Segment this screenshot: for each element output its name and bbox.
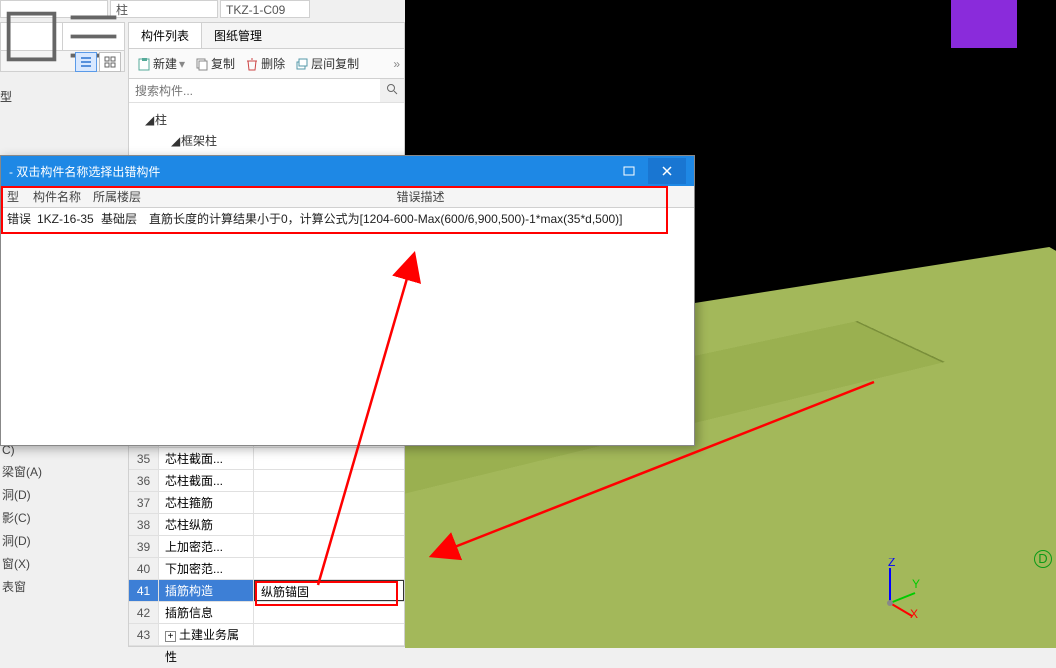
new-button[interactable]: 新建▾ — [133, 53, 189, 74]
nav-item[interactable]: 洞(D) — [0, 529, 125, 552]
svg-text:Y: Y — [912, 577, 920, 591]
nav-item[interactable]: 梁窗(A) — [0, 460, 125, 483]
table-row[interactable]: 35芯柱截面... — [129, 448, 404, 470]
search-button[interactable] — [380, 79, 404, 102]
svg-text:X: X — [910, 607, 918, 618]
property-table: 34保护层厚...(20) 35芯柱截面... 36芯柱截面... 37芯柱箍筋… — [128, 425, 405, 647]
axis-gizmo: Z Y X — [860, 558, 920, 618]
error-dialog: - 双击构件名称选择出错构件 型 构件名称 所属楼层 错误描述 错误 1KZ-1… — [0, 155, 695, 446]
tab-component-list[interactable]: 构件列表 — [129, 23, 202, 48]
table-row[interactable]: 40下加密范... — [129, 558, 404, 580]
delete-button[interactable]: 删除 — [241, 53, 289, 74]
delete-icon — [245, 57, 259, 71]
dialog-body — [1, 230, 694, 445]
axis-d-label: D — [1034, 550, 1052, 568]
component-panel: 构件列表 图纸管理 新建▾ 复制 删除 层间复制 » ◢柱 ◢框架柱 — [128, 22, 405, 158]
search-input[interactable] — [129, 79, 380, 102]
component-tree: ◢柱 ◢框架柱 — [129, 103, 404, 157]
tree-node[interactable]: ◢柱 — [137, 109, 396, 130]
error-row[interactable]: 错误 1KZ-16-35 基础层 直筋长度的计算结果小于0，计算公式为[1204… — [1, 208, 694, 230]
table-row[interactable]: 36芯柱截面... — [129, 470, 404, 492]
close-button[interactable] — [648, 158, 686, 184]
nav-item[interactable]: 影(C) — [0, 506, 125, 529]
purple-column-2 — [951, 0, 1017, 48]
top-col-label: 柱 — [110, 0, 218, 18]
dialog-header-row: 型 构件名称 所属楼层 错误描述 — [1, 186, 694, 208]
nav-tab-2[interactable] — [63, 23, 124, 50]
table-row[interactable]: 39上加密范... — [129, 536, 404, 558]
close-icon — [661, 165, 673, 177]
nav-item[interactable]: 窗(X) — [0, 552, 125, 575]
maximize-icon — [623, 165, 635, 177]
tab-drawing-mgmt[interactable]: 图纸管理 — [202, 23, 274, 48]
layercopy-icon — [295, 57, 309, 71]
new-icon — [137, 57, 151, 71]
table-row[interactable]: 43+土建业务属性 — [129, 624, 404, 646]
layer-copy-button[interactable]: 层间复制 — [291, 53, 363, 74]
dialog-title: - 双击构件名称选择出错构件 — [9, 163, 610, 180]
nav-item[interactable]: 表窗 — [0, 575, 125, 598]
svg-text:Z: Z — [888, 558, 895, 569]
table-row[interactable]: 41插筋构造纵筋锚固 — [129, 580, 404, 602]
copy-button[interactable]: 复制 — [191, 53, 239, 74]
top-code-label: TKZ-1-C09 — [220, 0, 310, 18]
nav-tab-1[interactable] — [1, 23, 63, 50]
tree-node[interactable]: ◢框架柱 — [137, 130, 396, 151]
table-row[interactable]: 42插筋信息 — [129, 602, 404, 624]
copy-icon — [195, 57, 209, 71]
left-nav-list: M) C) 梁窗(A) 洞(D) 影(C) 洞(D) 窗(X) 表窗 — [0, 420, 125, 598]
view-grid-btn[interactable] — [99, 52, 121, 72]
nav-item[interactable]: 洞(D) — [0, 483, 125, 506]
search-icon — [386, 83, 398, 95]
type-label: 型 — [0, 88, 12, 105]
view-switcher — [75, 52, 121, 72]
minimize-button[interactable] — [610, 158, 648, 184]
table-row[interactable]: 37芯柱箍筋 — [129, 492, 404, 514]
view-list-btn[interactable] — [75, 52, 97, 72]
table-row[interactable]: 38芯柱纵筋 — [129, 514, 404, 536]
